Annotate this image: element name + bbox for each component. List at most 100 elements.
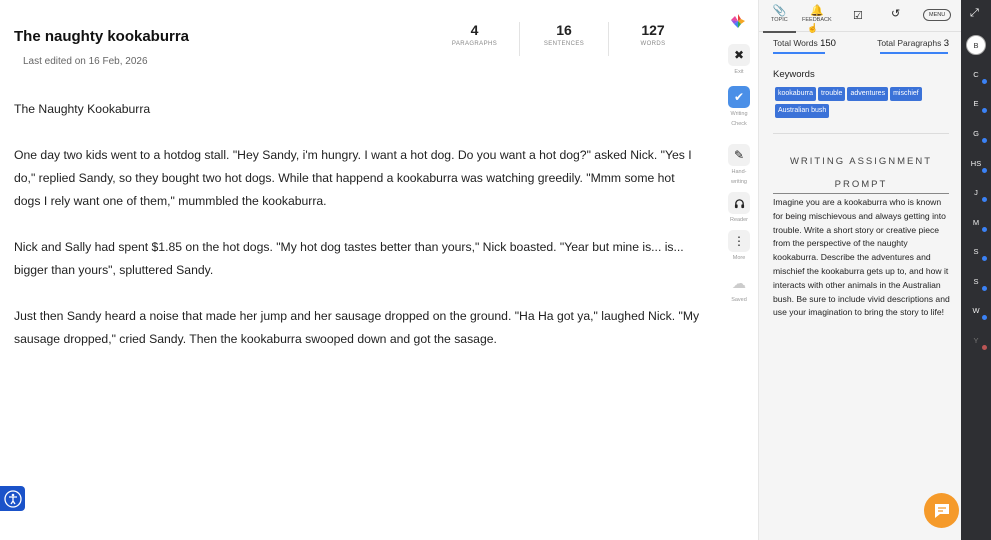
check-icon[interactable]: ✔ — [728, 86, 750, 108]
avatar[interactable]: M — [966, 212, 987, 232]
handwriting-icon[interactable]: ✎ — [728, 144, 750, 166]
paperclip-icon: 📎 — [772, 5, 787, 17]
status-dot — [982, 315, 987, 320]
avatar[interactable]: B — [966, 35, 986, 55]
stat-value: 4 — [470, 22, 479, 38]
headphones-icon[interactable] — [728, 192, 750, 214]
last-edited-label: Last edited on 16 Feb, 2026 — [23, 56, 148, 67]
status-dot — [982, 168, 987, 173]
tab-topic-label: TOPIC — [771, 17, 788, 23]
panel-tabs: 📎 TOPIC 🔔 FEEDBACK ☑ ↺ MENU ☝ — [759, 0, 961, 33]
prompt-title-line: WRITING ASSIGNMENT — [789, 156, 933, 167]
essay-paragraph[interactable]: One day two kids went to a hotdog stall.… — [14, 144, 704, 213]
handwriting-tool[interactable]: ✎ Hand- writing — [727, 144, 751, 186]
history-icon: ↺ — [891, 8, 901, 20]
avatar-initial: W — [972, 305, 980, 315]
chat-icon — [934, 503, 949, 518]
avatar[interactable]: J — [966, 182, 987, 202]
chat-button[interactable] — [924, 493, 959, 528]
paragraphs-progress-bar — [880, 52, 948, 54]
avatar[interactable]: E — [966, 93, 987, 113]
stat-sentences: 16 SENTENCES — [519, 22, 608, 56]
keyword-chip[interactable]: adventures — [847, 87, 889, 101]
tool-label: Saved — [731, 297, 747, 303]
keyword-chip[interactable]: mischief — [890, 87, 922, 101]
menu-button[interactable]: MENU — [923, 9, 952, 21]
stat-words: 127 WORDS — [608, 22, 697, 56]
stat-value: 16 — [556, 22, 572, 38]
tab-topic[interactable]: 📎 TOPIC — [763, 4, 796, 33]
document-title[interactable]: The naughty kookaburra — [14, 28, 189, 45]
avatar-initial: B — [973, 40, 979, 50]
exit-tool[interactable]: ✖ Exit — [727, 44, 751, 76]
more-icon[interactable]: ⋮ — [728, 230, 750, 252]
stat-paragraphs: 4 PARAGRAPHS — [430, 22, 519, 56]
prompt-divider — [773, 193, 949, 194]
status-dot — [982, 108, 987, 113]
essay-editor[interactable]: The Naughty Kookaburra One day two kids … — [14, 98, 704, 374]
tab-history[interactable]: ↺ — [891, 7, 900, 20]
tool-label: Reader — [729, 217, 749, 223]
keyword-chip[interactable]: trouble — [818, 87, 846, 101]
hand-cursor-icon: ☝ — [807, 23, 819, 33]
status-dot — [982, 197, 987, 202]
avatar[interactable]: S — [966, 271, 987, 291]
avatar[interactable]: HS — [966, 153, 987, 173]
tab-feedback[interactable]: 🔔 FEEDBACK — [802, 4, 832, 23]
essay-paragraph[interactable]: Just then Sandy heard a noise that made … — [14, 305, 704, 351]
saved-status: ☁ Saved — [727, 272, 751, 304]
avatar-initial: S — [973, 246, 979, 256]
keyword-chip[interactable]: Australian bush — [775, 104, 830, 118]
tool-label: More — [732, 255, 746, 261]
close-icon[interactable]: ✖ — [728, 44, 750, 66]
writing-check-tool[interactable]: ✔ Writing Check — [727, 86, 751, 128]
status-dot — [982, 286, 987, 291]
tool-label: Hand- — [731, 169, 747, 175]
tool-label: Check — [731, 121, 747, 127]
avatar-initial: G — [973, 128, 979, 138]
prompt-text: Imagine you are a kookaburra who is know… — [773, 197, 950, 318]
divider — [773, 133, 949, 134]
user-rail: ⤢ B C E G HS J M S S W Y — [961, 0, 991, 540]
document-stats: 4 PARAGRAPHS 16 SENTENCES 127 WORDS — [430, 22, 697, 56]
bell-icon: 🔔 — [809, 5, 824, 17]
avatar[interactable]: W — [966, 300, 987, 320]
app-logo-icon — [731, 14, 745, 28]
avatar-initial: Y — [973, 335, 979, 345]
avatar[interactable]: G — [966, 123, 987, 143]
total-paragraphs-value: 3 — [943, 38, 949, 49]
status-dot — [982, 256, 987, 261]
expand-icon[interactable]: ⤢ — [970, 7, 979, 20]
avatar-initial: J — [974, 187, 978, 197]
more-tool[interactable]: ⋮ More — [727, 230, 751, 262]
avatar-initial: E — [973, 98, 979, 108]
avatar-initial: S — [973, 276, 979, 286]
avatar[interactable]: Y — [966, 330, 987, 350]
checkbox-icon: ☑ — [853, 10, 863, 22]
words-progress-bar — [773, 52, 825, 54]
essay-paragraph[interactable]: The Naughty Kookaburra — [14, 98, 704, 121]
status-dot — [982, 138, 987, 143]
side-panel: 📎 TOPIC 🔔 FEEDBACK ☑ ↺ MENU ☝ Total Word… — [758, 0, 961, 540]
avatar-initial: M — [972, 217, 980, 227]
total-paragraphs-label: Total Paragraphs — [877, 38, 942, 48]
total-paragraphs: Total Paragraphs 3 — [877, 38, 949, 49]
tab-checklist[interactable]: ☑ — [853, 9, 863, 22]
keywords-list: kookaburra trouble adventures mischief A… — [775, 87, 945, 118]
accessibility-button[interactable] — [0, 486, 25, 511]
prompt-title: WRITING ASSIGNMENT PROMPT — [773, 150, 949, 196]
accessibility-icon — [3, 489, 22, 508]
status-dot — [982, 227, 987, 232]
keyword-chip[interactable]: kookaburra — [775, 87, 817, 101]
stat-label: SENTENCES — [543, 41, 585, 47]
essay-paragraph[interactable]: Nick and Sally had spent $1.85 on the ho… — [14, 236, 704, 282]
tool-label: Exit — [734, 69, 744, 75]
status-dot — [982, 345, 987, 350]
total-words-value: 150 — [820, 38, 836, 49]
avatar[interactable]: C — [966, 64, 987, 84]
status-dot — [982, 79, 987, 84]
stat-label: WORDS — [640, 41, 666, 47]
reader-tool[interactable]: Reader — [727, 192, 751, 224]
total-words-label: Total Words — [773, 38, 818, 48]
avatar[interactable]: S — [966, 241, 987, 261]
